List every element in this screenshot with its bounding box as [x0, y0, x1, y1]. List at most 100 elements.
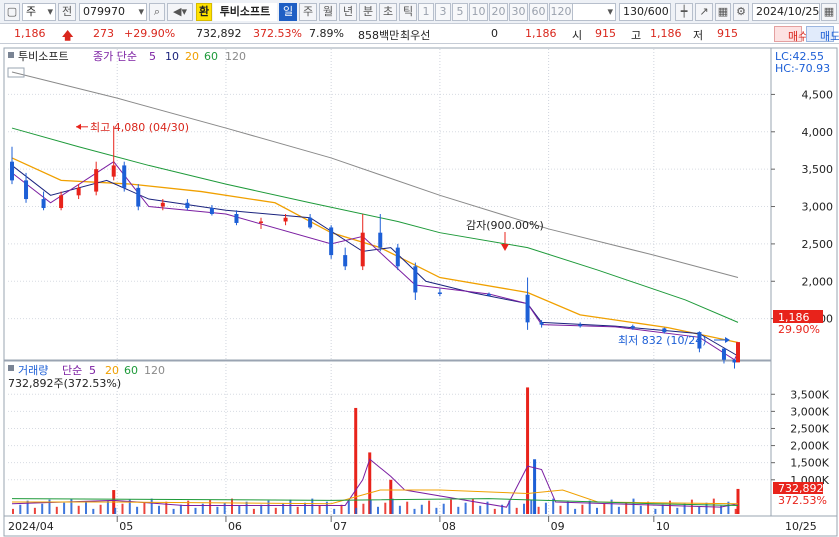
volume-tick-label: 2,000K — [790, 440, 829, 453]
volume-bar — [639, 505, 642, 514]
volume-bar — [526, 387, 530, 514]
volume-bar — [179, 504, 182, 514]
volume-bar — [99, 504, 102, 514]
period-button-1[interactable]: 주 — [299, 3, 317, 21]
interval-button-10[interactable]: 10 — [469, 3, 488, 21]
buy-button[interactable]: 매수 — [774, 26, 808, 43]
candle-body — [24, 180, 29, 200]
volume-bar — [566, 501, 569, 514]
chevron-down-icon: ▾ — [607, 5, 613, 18]
period-button-6[interactable]: 틱 — [399, 3, 417, 21]
volume-bar — [136, 506, 139, 514]
market-select-label: 주 — [26, 5, 37, 18]
volume-pct: 372.53% — [253, 27, 302, 40]
interval-button-120[interactable]: 120 — [549, 3, 573, 21]
settings-gear-icon[interactable]: ⚙ — [733, 3, 749, 21]
interval-button-20[interactable]: 20 — [489, 3, 508, 21]
trade-amount: 858백만 — [358, 29, 400, 42]
candle-body — [122, 165, 127, 188]
line-chart-icon[interactable]: ↗ — [695, 3, 713, 21]
volume-bar — [479, 505, 482, 514]
blank-select[interactable]: ▾ — [572, 3, 616, 21]
x-axis-label: 09 — [551, 520, 565, 533]
candle-body — [486, 293, 491, 296]
period-button-3[interactable]: 년 — [339, 3, 357, 21]
high-annotation: 최고 4,080 (04/30) — [90, 121, 189, 134]
best-tag-value: 0 — [491, 27, 498, 40]
window-icon[interactable]: ▢ — [4, 3, 20, 21]
candle-body — [283, 217, 288, 222]
volume-bar — [194, 507, 197, 514]
price-tick-label: 2,500 — [802, 238, 834, 251]
date-field[interactable]: 2024/10/25 — [752, 3, 820, 21]
volume-bar — [384, 502, 387, 514]
high-label: 고 — [631, 29, 642, 42]
candle-body — [59, 195, 64, 209]
price-change-pct: +29.90% — [124, 27, 176, 40]
volume-bar — [41, 503, 44, 514]
interval-button-1[interactable]: 1 — [418, 3, 434, 21]
interval-button-60[interactable]: 60 — [529, 3, 548, 21]
volume-bar — [530, 499, 533, 514]
badge-exchange: 환 — [196, 3, 212, 21]
x-axis-label: 2024/04 — [8, 520, 54, 533]
candle-body — [413, 266, 418, 293]
search-icon[interactable]: ⌕ — [149, 3, 165, 21]
chart-area[interactable]: 4,5004,0003,5003,0002,5002,0001,5003,500… — [0, 44, 839, 537]
chevron-down-icon: ▾ — [138, 5, 144, 18]
calendar-icon[interactable]: ▦ — [821, 3, 837, 21]
candle-body — [662, 328, 667, 333]
best-tag: 최우선 — [400, 29, 431, 42]
period-button-4[interactable]: 분 — [359, 3, 377, 21]
sell-button[interactable]: 매도 — [806, 26, 839, 43]
volume-bar — [340, 504, 343, 514]
period-button-0[interactable]: 일 — [279, 3, 297, 21]
grid-icon[interactable]: ▦ — [715, 3, 731, 21]
volume-bar — [523, 503, 525, 514]
count-value: 130/600 — [623, 5, 669, 18]
low-annotation: 최저 832 (10/24) — [618, 334, 707, 347]
sound-icon[interactable]: ◀▾ — [167, 3, 193, 21]
price-tick-label: 3,000 — [802, 201, 834, 214]
volume-bar — [391, 498, 394, 514]
best-price: 1,186 — [525, 27, 557, 40]
x-axis-label: 10 — [656, 520, 670, 533]
legend-ma10: 10 — [165, 50, 179, 63]
volume-bar — [33, 507, 36, 514]
volume-bar — [150, 498, 153, 514]
event-annotation: 감자(900.00%) — [466, 219, 544, 232]
stock-type-button[interactable]: 전 — [58, 3, 76, 21]
period-button-5[interactable]: 초 — [379, 3, 397, 21]
volume-bar — [537, 506, 540, 514]
volume-bar — [559, 505, 562, 514]
price-tick-label: 4,500 — [802, 88, 834, 101]
candle-type-icon[interactable]: ┿ — [675, 3, 693, 21]
volume-bar — [428, 500, 431, 514]
count-field[interactable]: 130/600 — [619, 3, 671, 21]
interval-button-5[interactable]: 5 — [452, 3, 468, 21]
volume-bar — [238, 505, 241, 514]
period-button-2[interactable]: 월 — [319, 3, 337, 21]
chevron-down-icon: ▾ — [47, 5, 53, 18]
volume-bar — [493, 508, 496, 514]
volume-bar — [252, 508, 255, 514]
volume-bar — [106, 500, 109, 514]
volume-bar — [457, 506, 460, 514]
legend-ma5: 5 — [149, 50, 156, 63]
volume-tick-label: 1,500K — [790, 457, 829, 470]
interval-button-3[interactable]: 3 — [435, 3, 451, 21]
volume-bar — [274, 507, 277, 514]
volume-bar — [596, 507, 598, 514]
market-select[interactable]: 주 ▾ — [22, 3, 56, 21]
candle-body — [329, 227, 334, 256]
price-volume-chart[interactable]: 4,5004,0003,5003,0002,5002,0001,5003,500… — [0, 44, 839, 537]
candle-body — [259, 221, 264, 223]
legend-box-icon — [8, 52, 14, 58]
code-input[interactable]: 079970 ▾ — [79, 3, 147, 21]
candle-body — [111, 165, 116, 177]
candle-body — [630, 326, 635, 329]
candle-body — [185, 202, 190, 209]
volume-bar — [661, 504, 664, 514]
interval-button-30[interactable]: 30 — [509, 3, 528, 21]
volume-bar — [574, 508, 577, 514]
